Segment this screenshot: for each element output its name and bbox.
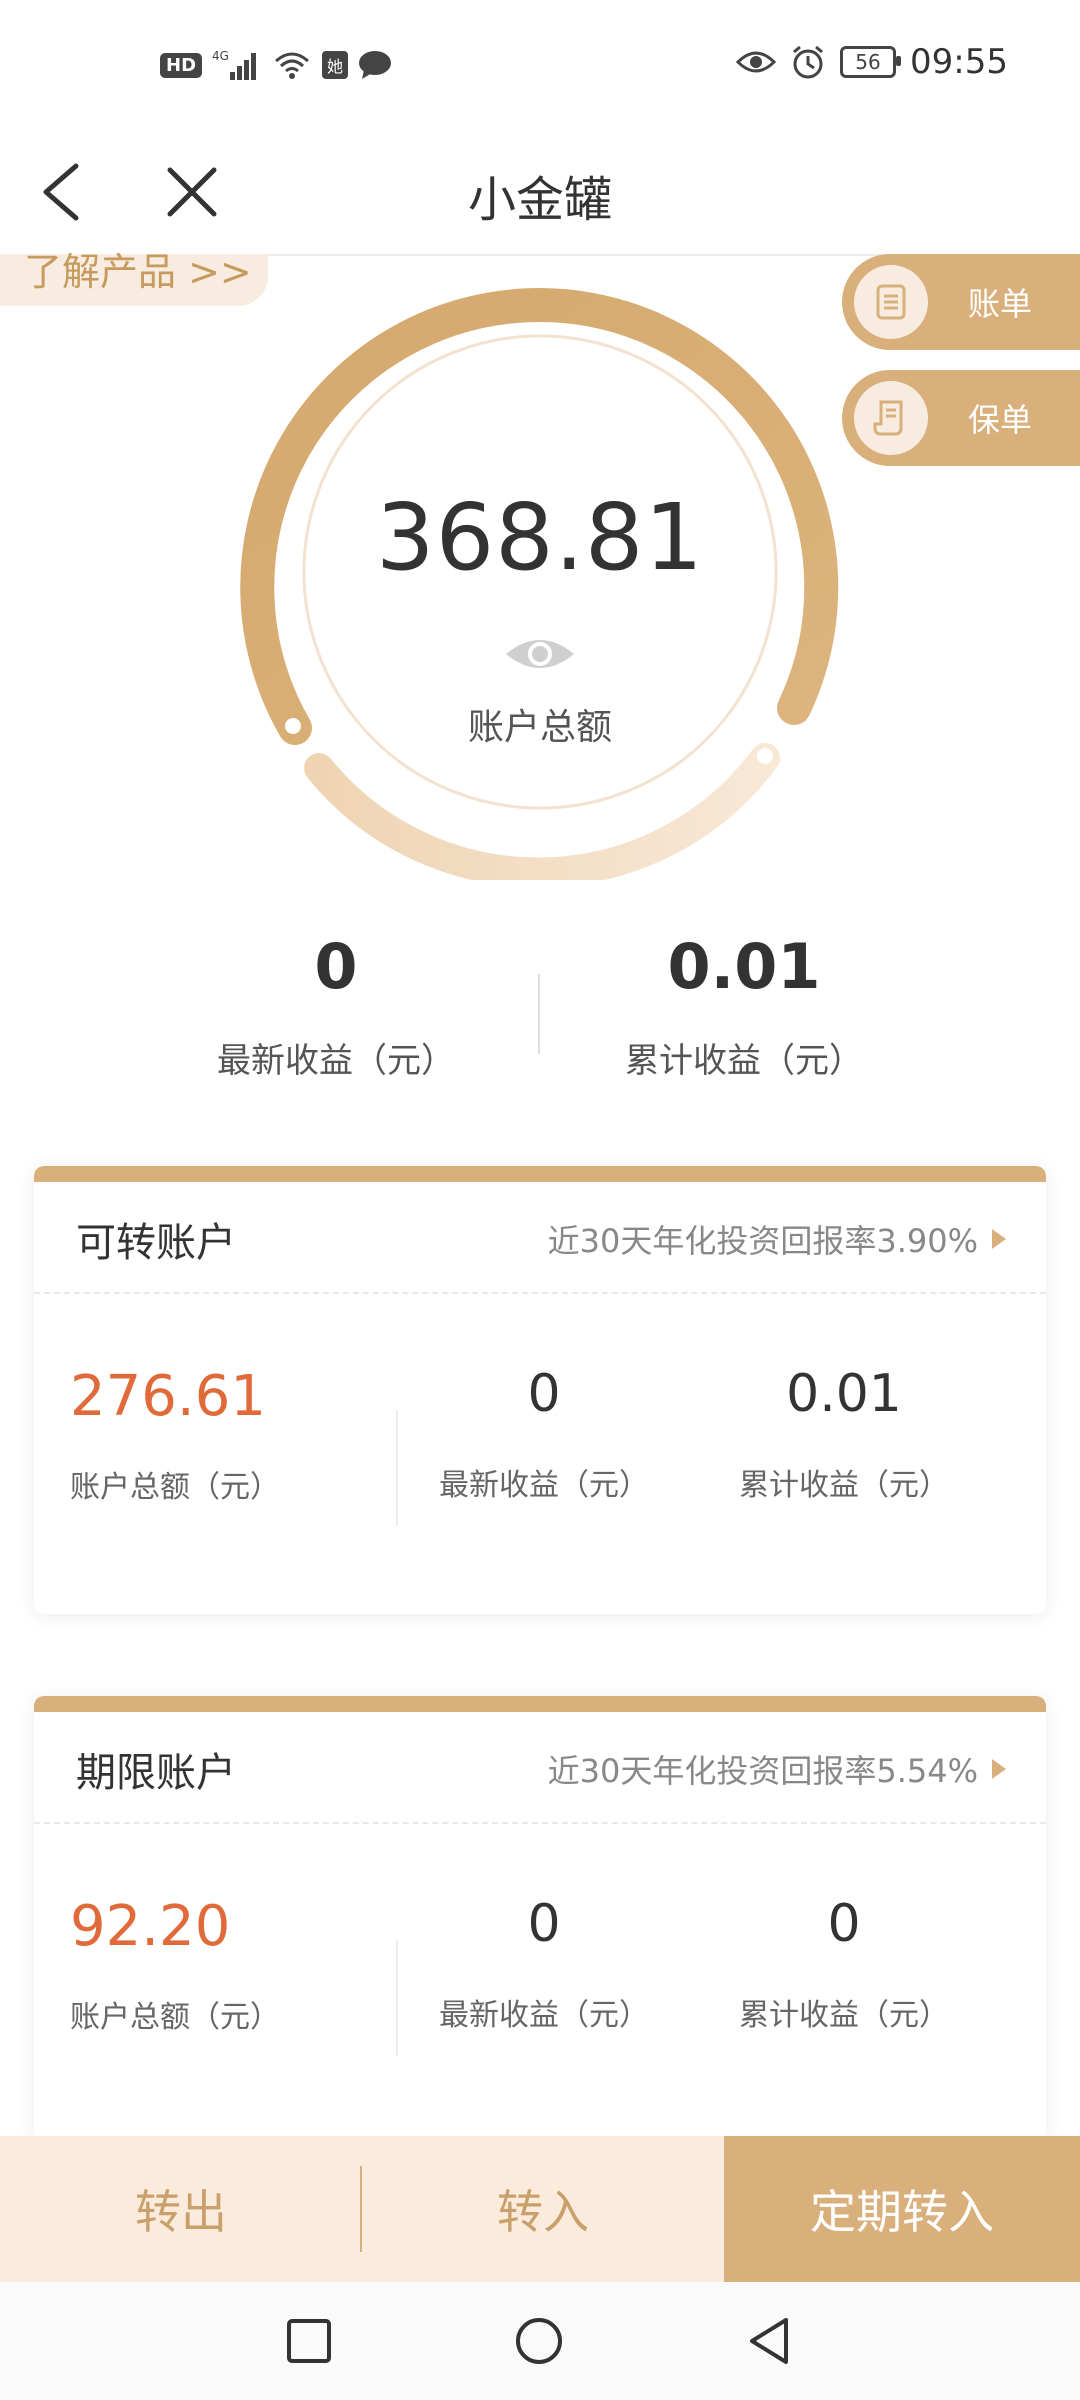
hero-section: 了解产品 >> 账单 保单 368.81 账户总额 (0, 253, 1080, 894)
transferable-account-card[interactable]: 可转账户 近30天年化投资回报率3.90% 276.61 账户总额（元） 0 最… (34, 1166, 1046, 1614)
latest-earnings-value: 0 (314, 930, 358, 1003)
home-button[interactable] (514, 2316, 564, 2366)
triangle-back-icon (750, 2318, 788, 2364)
battery-level: 56 (855, 50, 881, 74)
learn-product-link[interactable]: 了解产品 >> (0, 253, 268, 306)
card-cumulative-label: 累计收益（元） (739, 1998, 949, 2033)
card-rate-text: 近30天年化投资回报率5.54% (547, 1752, 978, 1790)
page-title: 小金罐 (467, 172, 612, 228)
wifi-icon (272, 49, 312, 81)
card-rate-link[interactable]: 近30天年化投资回报率5.54% (548, 1746, 1006, 1792)
message-icon (358, 50, 392, 80)
summary-divider (538, 974, 540, 1054)
latest-earnings: 0 最新收益（元） (136, 930, 536, 1082)
card-rate-link[interactable]: 近30天年化投资回报率3.90% (548, 1216, 1006, 1262)
action-divider (360, 2166, 362, 2252)
recents-button[interactable] (284, 2316, 334, 2366)
cumulative-earnings-label: 累计收益（元） (625, 1041, 863, 1081)
card-top-strip (34, 1696, 1046, 1712)
status-right: 56 09:55 (736, 42, 1008, 82)
card-cumulative-value: 0.01 (786, 1364, 902, 1424)
card-body: 92.20 账户总额（元） 0 最新收益（元） 0 累计收益（元） (34, 1824, 1046, 2144)
card-total-value: 276.61 (70, 1364, 266, 1429)
card-latest-value: 0 (527, 1364, 561, 1424)
card-total-label: 账户总额（元） (70, 1470, 280, 1505)
card-latest-label: 最新收益（元） (439, 1468, 649, 1503)
card-latest: 0 最新收益（元） (434, 1364, 654, 1504)
card-latest-value: 0 (527, 1894, 561, 1954)
alarm-icon (790, 44, 826, 80)
action-bar: 转出 转入 定期转入 (0, 2136, 1080, 2282)
network-label: 4G (212, 49, 229, 63)
card-title: 可转账户 (76, 1220, 236, 1266)
policy-icon (854, 381, 928, 455)
total-amount-value: 368.81 (376, 484, 704, 591)
transfer-in-button[interactable]: 转入 (362, 2136, 724, 2282)
play-arrow-icon (992, 1759, 1006, 1779)
card-cumulative: 0 累计收益（元） (734, 1894, 954, 2034)
cumulative-earnings-value: 0.01 (667, 930, 821, 1003)
transfer-out-button[interactable]: 转出 (0, 2136, 362, 2282)
cumulative-earnings: 0.01 累计收益（元） (544, 930, 944, 1082)
status-bar: HD 4G 她 56 09:55 (0, 0, 1080, 130)
latest-earnings-label: 最新收益（元） (217, 1041, 455, 1081)
card-divider (396, 1940, 398, 2056)
card-total-label: 账户总额（元） (70, 2000, 280, 2035)
card-latest-label: 最新收益（元） (439, 1998, 649, 2033)
scheduled-transfer-in-button[interactable]: 定期转入 (724, 2136, 1080, 2282)
notification-app-icon: 她 (322, 51, 349, 79)
title-bar: 小金罐 (0, 130, 1080, 256)
card-title: 期限账户 (76, 1750, 236, 1796)
term-account-card[interactable]: 期限账户 近30天年化投资回报率5.54% 92.20 账户总额（元） 0 最新… (34, 1696, 1046, 2144)
eye-toggle-icon[interactable] (504, 632, 576, 676)
card-cumulative: 0.01 累计收益（元） (734, 1364, 954, 1504)
card-latest: 0 最新收益（元） (434, 1894, 654, 2034)
battery-icon: 56 (840, 46, 902, 78)
card-cumulative-label: 累计收益（元） (739, 1468, 949, 1503)
card-total-value: 92.20 (70, 1894, 231, 1959)
card-top-strip (34, 1166, 1046, 1182)
bill-button[interactable]: 账单 (842, 254, 1080, 350)
eye-comfort-icon (736, 48, 777, 76)
system-nav-bar (0, 2282, 1080, 2400)
status-left: HD 4G 她 (160, 48, 392, 82)
card-header: 期限账户 近30天年化投资回报率5.54% (34, 1712, 1046, 1824)
square-icon (287, 2319, 331, 2363)
bill-icon (854, 265, 928, 339)
card-divider (396, 1410, 398, 1526)
circle-icon (516, 2318, 562, 2364)
play-arrow-icon (992, 1229, 1006, 1249)
signal-icon: 4G (212, 48, 262, 82)
earnings-summary: 0 最新收益（元） 0.01 累计收益（元） (0, 930, 1080, 1100)
back-nav-button[interactable] (744, 2316, 794, 2366)
card-rate-text: 近30天年化投资回报率3.90% (547, 1222, 978, 1260)
policy-button[interactable]: 保单 (842, 370, 1080, 466)
card-header: 可转账户 近30天年化投资回报率3.90% (34, 1182, 1046, 1294)
total-amount-label: 账户总额 (467, 707, 612, 748)
card-body: 276.61 账户总额（元） 0 最新收益（元） 0.01 累计收益（元） (34, 1294, 1046, 1614)
bill-label: 账单 (968, 285, 1033, 323)
clock-time: 09:55 (910, 42, 1008, 82)
policy-label: 保单 (968, 401, 1033, 439)
hd-icon: HD (160, 52, 203, 78)
card-cumulative-value: 0 (827, 1894, 861, 1954)
